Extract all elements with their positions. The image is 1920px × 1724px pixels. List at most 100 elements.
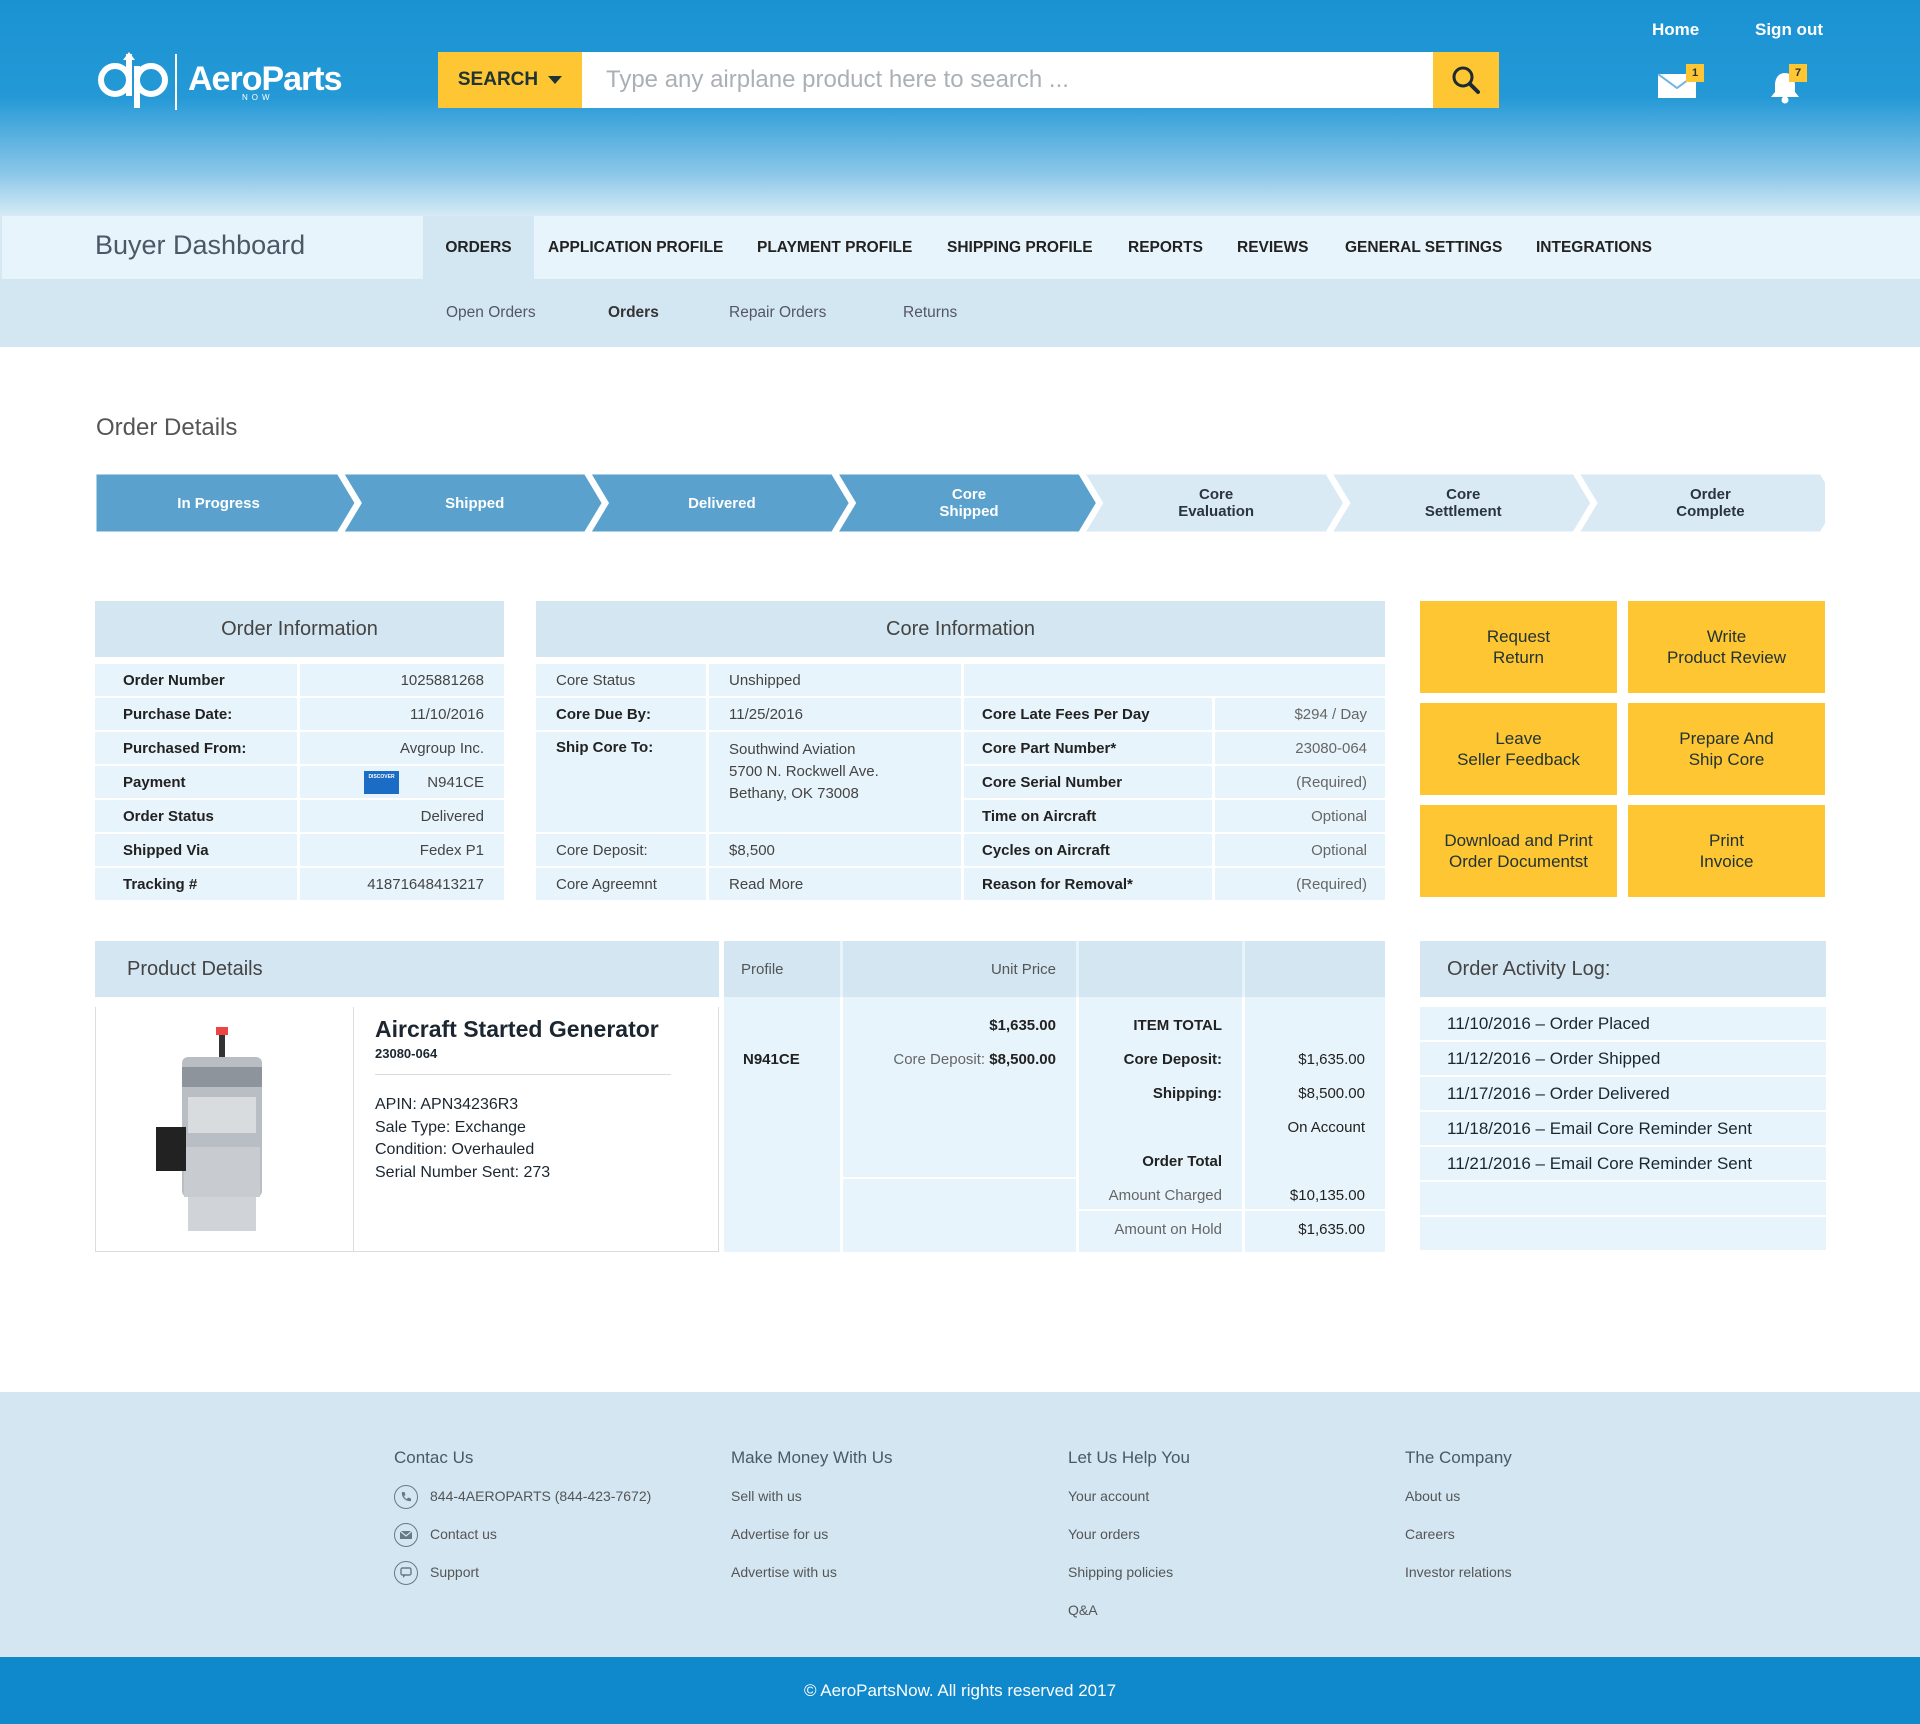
footer-link-about-us[interactable]: About us bbox=[1405, 1488, 1460, 1504]
core-deposit-label: Core Deposit: bbox=[893, 1051, 986, 1068]
mail-badge: 1 bbox=[1686, 64, 1704, 82]
dashboard-title: Buyer Dashboard bbox=[95, 230, 306, 260]
footer-link-your-orders[interactable]: Your orders bbox=[1068, 1526, 1140, 1542]
subtab-repair-orders[interactable]: Repair Orders bbox=[729, 304, 826, 322]
progress-step-label: Shipped bbox=[445, 495, 504, 512]
footer-heading: Contac Us bbox=[394, 1448, 474, 1467]
order-info-label: Order Number bbox=[95, 664, 297, 696]
step-line-2: Complete bbox=[1676, 503, 1745, 520]
tab-payment-profile[interactable]: PLAYMENT PROFILE bbox=[735, 216, 934, 279]
progress-step-core-shipped[interactable]: Core Shipped bbox=[854, 473, 1083, 533]
tab-general-settings[interactable]: GENERAL SETTINGS bbox=[1323, 216, 1524, 279]
request-return-button[interactable]: Request Return bbox=[1420, 601, 1617, 693]
progress-step-label: Delivered bbox=[688, 495, 756, 512]
footer-link-q-a[interactable]: Q&A bbox=[1068, 1602, 1098, 1618]
step-line-1: Order bbox=[1689, 486, 1731, 503]
phone-icon bbox=[394, 1485, 418, 1509]
order-info-value: 11/10/2016 bbox=[300, 698, 504, 730]
read-more-link[interactable]: Read More bbox=[709, 868, 961, 900]
core-ship-address: Southwind Aviation 5700 N. Rockwell Ave. B… bbox=[709, 732, 961, 832]
footer-link-sell-with-us[interactable]: Sell with us bbox=[731, 1488, 802, 1504]
step-line-1: Delivered bbox=[688, 494, 756, 512]
subtab-orders[interactable]: Orders bbox=[608, 304, 659, 322]
footer-link-contact-us[interactable]: Contact us bbox=[430, 1526, 497, 1542]
print-invoice-button[interactable]: Print Invoice bbox=[1628, 805, 1825, 897]
chat-icon bbox=[394, 1561, 418, 1585]
footer-link-investor-relations[interactable]: Investor relations bbox=[1405, 1564, 1512, 1580]
core-deposit-line: Core Deposit: $8,500.00 bbox=[843, 1051, 1056, 1068]
unit-price-header: Unit Price bbox=[843, 941, 1076, 997]
summary-value: $1,635.00 bbox=[1298, 1051, 1365, 1068]
footer-link-advertise-with-us[interactable]: Advertise with us bbox=[731, 1564, 837, 1580]
step-line-1: Core bbox=[1446, 486, 1481, 503]
footer-link-support[interactable]: Support bbox=[430, 1564, 479, 1580]
activity-log-item bbox=[1420, 1182, 1826, 1215]
core-info-value: Optional bbox=[1215, 800, 1385, 832]
tab-reviews[interactable]: REVIEWS bbox=[1215, 216, 1330, 279]
core-info-value: Unshipped bbox=[709, 664, 961, 696]
activity-log-item: 11/12/2016 – Order Shipped bbox=[1420, 1042, 1826, 1075]
search-category-dropdown[interactable]: SEARCH bbox=[438, 52, 582, 108]
activity-log-item: 11/17/2016 – Order Delivered bbox=[1420, 1077, 1826, 1110]
pricing-divider bbox=[1079, 1209, 1385, 1211]
amount-charged-label: Amount Charged bbox=[1108, 1187, 1222, 1204]
amount-hold-label: Amount on Hold bbox=[1114, 1221, 1222, 1238]
step-line-1: Shipped bbox=[445, 494, 505, 512]
prepare-and-ship-core-button[interactable]: Prepare And Ship Core bbox=[1628, 703, 1825, 795]
subtab-open-orders[interactable]: Open Orders bbox=[446, 304, 536, 322]
core-info-label: Reason for Removal* bbox=[964, 868, 1212, 900]
leave-seller-feedback-button[interactable]: Leave Seller Feedback bbox=[1420, 703, 1617, 795]
product-part-number: 23080-064 bbox=[375, 1046, 438, 1061]
step-line-2: Settlement bbox=[1424, 503, 1502, 520]
write-product-review-button[interactable]: Write Product Review bbox=[1628, 601, 1825, 693]
activity-log-item bbox=[1420, 1217, 1826, 1250]
core-info-label: Time on Aircraft bbox=[964, 800, 1212, 832]
progress-step-order-complete[interactable]: Order Complete bbox=[1596, 473, 1825, 533]
core-info-value: Optional bbox=[1215, 834, 1385, 866]
order-info-value: 1025881268 bbox=[300, 664, 504, 696]
core-info-label: Core Agreemnt bbox=[536, 868, 706, 900]
tab-application-profile[interactable]: APPLICATION PROFILE bbox=[526, 216, 745, 279]
progress-step-label: Core Settlement bbox=[1425, 486, 1502, 520]
tab-reports[interactable]: REPORTS bbox=[1106, 216, 1225, 279]
progress-step-core-settlement[interactable]: Core Settlement bbox=[1349, 473, 1578, 533]
progress-step-core-evaluation[interactable]: Core Evaluation bbox=[1102, 473, 1331, 533]
tab-shipping-profile[interactable]: SHIPPING PROFILE bbox=[925, 216, 1115, 279]
footer-link-shipping-policies[interactable]: Shipping policies bbox=[1068, 1564, 1173, 1580]
progress-step-shipped[interactable]: Shipped bbox=[360, 473, 589, 533]
product-image bbox=[96, 1007, 354, 1251]
address-line: 5700 N. Rockwell Ave. bbox=[729, 763, 879, 780]
core-info-label: Cycles on Aircraft bbox=[964, 834, 1212, 866]
product-condition: Condition: Overhauled bbox=[375, 1141, 535, 1158]
download-and-print-order-documentst-button[interactable]: Download and Print Order Documentst bbox=[1420, 805, 1617, 897]
core-info-label: Core Status bbox=[536, 664, 706, 696]
home-link[interactable]: Home bbox=[1652, 20, 1699, 40]
search-button[interactable] bbox=[1433, 52, 1499, 108]
order-info-value: Delivered bbox=[300, 800, 504, 832]
order-progress: In Progress Shipped Delivered Core Shipped Co… bbox=[95, 473, 1825, 533]
footer-heading: Let Us Help You bbox=[1068, 1448, 1190, 1467]
footer-link-advertise-for-us[interactable]: Advertise for us bbox=[731, 1526, 828, 1542]
step-line-1: Core bbox=[951, 486, 987, 503]
tab-orders[interactable]: ORDERS bbox=[423, 216, 534, 279]
footer-link-careers[interactable]: Careers bbox=[1405, 1526, 1455, 1542]
core-info-label: Ship Core To: bbox=[536, 732, 706, 832]
progress-step-delivered[interactable]: Delivered bbox=[607, 473, 836, 533]
tab-integrations[interactable]: INTEGRATIONS bbox=[1514, 216, 1674, 279]
order-info-value: Avgroup Inc. bbox=[300, 732, 504, 764]
summary-header bbox=[1079, 941, 1242, 997]
subtab-returns[interactable]: Returns bbox=[903, 304, 957, 322]
search-input[interactable] bbox=[582, 52, 1433, 108]
product-details-header: Product Details bbox=[95, 941, 719, 997]
unit-price-value: $1,635.00 bbox=[989, 1017, 1056, 1034]
order-info-label: Order Status bbox=[95, 800, 297, 832]
footer-link-your-account[interactable]: Your account bbox=[1068, 1488, 1149, 1504]
signout-link[interactable]: Sign out bbox=[1755, 20, 1823, 40]
step-line-2: Shipped bbox=[939, 503, 999, 520]
mail-icon bbox=[394, 1523, 418, 1547]
footer-link-844-4aeroparts-844-423-7672[interactable]: 844-4AEROPARTS (844-423-7672) bbox=[430, 1488, 651, 1504]
logo-separator bbox=[175, 54, 177, 110]
order-info-value: 41871648413217 bbox=[300, 868, 504, 900]
progress-step-in-progress[interactable]: In Progress bbox=[95, 473, 342, 533]
caret-down-icon bbox=[548, 76, 563, 84]
